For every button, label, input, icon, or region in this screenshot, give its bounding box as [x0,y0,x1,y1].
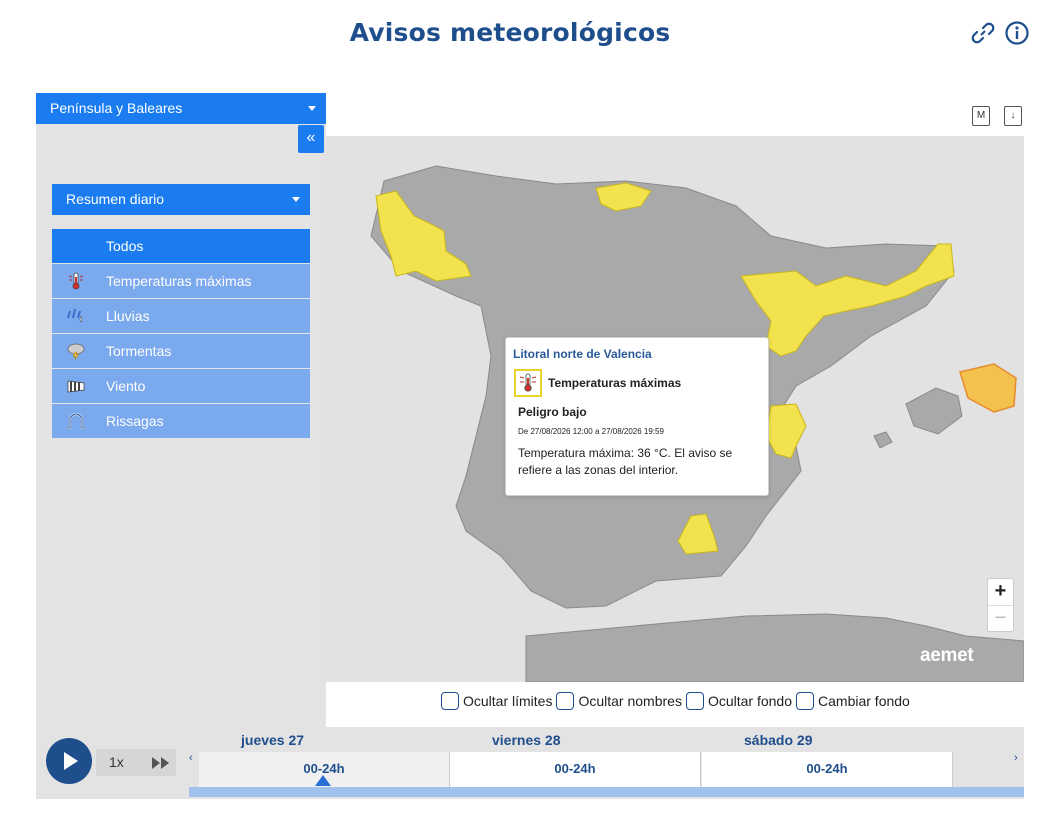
time-slot[interactable]: 00-24h [450,752,701,787]
page: Avisos meteorológicos Península y Balear… [0,0,1060,826]
link-icon[interactable] [970,20,996,46]
option-ocultar-fondo[interactable]: Ocultar fondo [685,692,793,710]
checkbox[interactable] [796,692,815,710]
filter-item-todos[interactable]: Todos [52,229,310,263]
timeline-next-icon[interactable]: › [1014,752,1018,764]
collapse-sidebar-button[interactable]: « [298,125,324,153]
timeline-day[interactable]: sábado 29 00-24h [702,727,953,787]
filter-item-rissagas[interactable]: Rissagas [52,404,310,438]
mallorca-land [905,387,963,435]
popup-region: Litoral norte de Valencia [513,347,652,361]
filter-item-tormentas[interactable]: Tormentas [52,334,310,368]
popup-warning-type: Temperaturas máximas [548,376,682,390]
popup-period: De 27/08/2026 12:00 a 27/08/2026 19:59 [518,427,664,436]
timeline-scrollbar[interactable] [189,787,1024,797]
popup-warning-icon [514,369,542,397]
map-export-button[interactable]: M [972,106,990,126]
filter-item-label: Viento [106,378,146,394]
option-cambiar-fondo[interactable]: Cambiar fondo [796,692,910,710]
option-ocultar-limites[interactable]: Ocultar límites [441,692,552,710]
region-select-value: Península y Baleares [50,100,183,116]
timeline-prev-icon[interactable]: ‹ [189,752,193,764]
region-select[interactable]: Península y Baleares [36,93,326,124]
timeline-position-marker[interactable] [315,775,331,786]
checkbox[interactable] [441,692,459,710]
option-label: Ocultar fondo [707,693,793,709]
filter-item-temperaturas[interactable]: Temperaturas máximas [52,264,310,298]
option-ocultar-nombres[interactable]: Ocultar nombres [556,692,682,710]
warning-type-list: Todos Temperaturas máximas Lluvias Torme… [52,229,310,439]
filter-item-label: Rissagas [106,413,164,429]
thermometer-icon [68,272,84,290]
option-label: Ocultar límites [463,693,553,709]
ibiza-land [873,431,893,449]
filter-item-label: Temperaturas máximas [106,273,252,289]
chevron-down-icon [292,197,300,202]
filter-item-label: Todos [106,238,144,254]
day-name: viernes 28 [450,727,701,752]
option-label: Ocultar nombres [578,693,682,709]
info-icon[interactable] [1004,20,1030,46]
speed-control[interactable]: 1x [96,749,176,776]
checkbox[interactable] [556,692,575,710]
popup-level: Peligro bajo [518,405,587,419]
popup-description: Temperatura máxima: 36 °C. El aviso se r… [518,446,733,477]
time-slot[interactable]: 00-24h [702,752,953,787]
summary-select[interactable]: Resumen diario [52,184,310,215]
timeline-days: jueves 27 00-24h viernes 28 00-24h sábad… [199,727,954,787]
warning-popup: Litoral norte de Valencia Temperaturas m… [505,337,769,496]
thermometer-icon [519,373,537,392]
menorca-land [959,363,1017,413]
chevron-down-icon [308,106,316,111]
filter-item-label: Tormentas [106,343,172,359]
wind-icon [67,380,85,393]
zoom-in-button[interactable]: + [988,579,1013,605]
summary-select-value: Resumen diario [66,191,165,207]
rain-icon [67,308,83,323]
filter-item-lluvias[interactable]: Lluvias [52,299,310,333]
download-button[interactable]: ↓ [1004,106,1022,126]
fast-forward-icon[interactable] [152,757,170,769]
aemet-logo: aemet [920,645,974,666]
zoom-control: + − [987,578,1014,632]
zoom-out-button[interactable]: − [988,605,1013,631]
map-options: Ocultar límites Ocultar nombres Ocultar … [441,692,914,710]
page-title: Avisos meteorológicos [349,18,671,47]
wave-icon [67,413,85,429]
map-toolbar: M ↓ [972,106,1022,126]
option-label: Cambiar fondo [818,693,910,709]
day-name: jueves 27 [199,727,450,752]
speed-value: 1x [109,754,124,770]
header-tools [970,20,1030,46]
storm-icon [67,343,85,360]
timeline-day[interactable]: viernes 28 00-24h [450,727,701,787]
day-name: sábado 29 [702,727,953,752]
play-button[interactable] [46,738,92,784]
checkbox[interactable] [685,692,704,710]
filter-item-label: Lluvias [106,308,150,324]
filter-item-viento[interactable]: Viento [52,369,310,403]
